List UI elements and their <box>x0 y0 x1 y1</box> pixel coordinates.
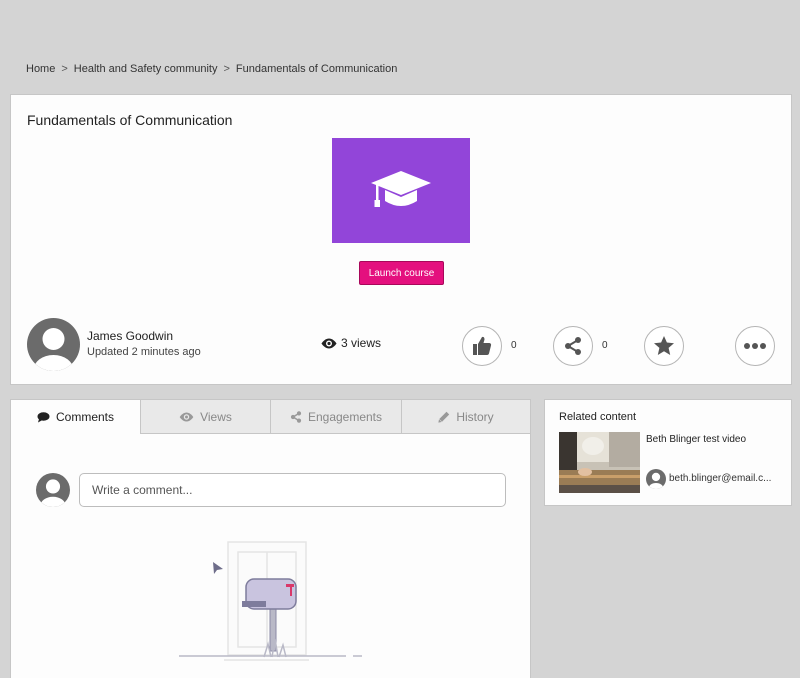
breadcrumb-community[interactable]: Health and Safety community <box>74 63 218 75</box>
tab-views[interactable]: Views <box>141 400 271 434</box>
view-count-label: 3 views <box>341 336 382 350</box>
tab-comments[interactable]: Comments <box>11 400 141 434</box>
current-user-avatar <box>36 473 70 507</box>
tab-history[interactable]: History <box>402 400 530 434</box>
tab-engagements[interactable]: Engagements <box>271 400 402 434</box>
author-avatar[interactable] <box>27 318 80 371</box>
share-count: 0 <box>602 340 608 351</box>
related-video-thumbnail[interactable] <box>559 432 640 493</box>
breadcrumb-current: Fundamentals of Communication <box>235 63 398 75</box>
pencil-icon <box>438 411 450 423</box>
breadcrumb: Home > Health and Safety community > Fun… <box>26 63 397 75</box>
share-icon <box>290 410 302 423</box>
related-item-author[interactable]: beth.blinger@email.c... <box>669 473 771 484</box>
launch-course-button[interactable]: Launch course <box>359 261 444 285</box>
updated-time: Updated 2 minutes ago <box>87 346 201 358</box>
star-icon <box>654 336 674 355</box>
graduation-cap-icon <box>371 170 431 207</box>
video-thumbnail-image <box>559 432 640 493</box>
thumbs-up-icon <box>473 336 492 355</box>
course-thumbnail[interactable] <box>332 138 470 243</box>
like-button[interactable] <box>462 326 502 366</box>
author-name[interactable]: James Goodwin <box>87 329 173 343</box>
related-content-panel: Related content Beth Blinger test video … <box>544 399 792 506</box>
ellipsis-icon <box>744 343 766 349</box>
breadcrumb-separator: > <box>61 63 68 75</box>
user-silhouette-icon <box>33 328 74 371</box>
share-icon <box>565 337 581 355</box>
related-content-title: Related content <box>559 411 637 423</box>
tab-history-label: History <box>456 409 494 424</box>
view-count: 3 views <box>321 336 381 350</box>
tab-engagements-label: Engagements <box>307 409 383 424</box>
activity-panel: Comments Views Engagements History Write… <box>10 399 531 678</box>
eye-icon <box>321 338 337 348</box>
more-options-button[interactable] <box>735 326 775 366</box>
tab-views-label: Views <box>200 409 232 424</box>
comment-input[interactable]: Write a comment... <box>79 473 506 507</box>
related-item-avatar <box>646 469 666 489</box>
breadcrumb-home[interactable]: Home <box>26 63 55 75</box>
course-title: Fundamentals of Communication <box>27 112 233 128</box>
tab-comments-label: Comments <box>55 410 114 424</box>
related-item-title[interactable]: Beth Blinger test video <box>646 434 746 445</box>
like-count: 0 <box>511 340 517 351</box>
user-silhouette-icon <box>40 479 66 507</box>
breadcrumb-separator: > <box>223 63 230 75</box>
mailbox-illustration <box>179 541 362 661</box>
activity-tabs: Comments Views Engagements History <box>11 400 530 434</box>
favorite-button[interactable] <box>644 326 684 366</box>
course-card: Fundamentals of Communication Launch cou… <box>10 94 792 385</box>
user-silhouette-icon <box>648 472 664 489</box>
comment-icon <box>37 411 50 422</box>
eye-icon <box>179 411 194 422</box>
share-button[interactable] <box>553 326 593 366</box>
